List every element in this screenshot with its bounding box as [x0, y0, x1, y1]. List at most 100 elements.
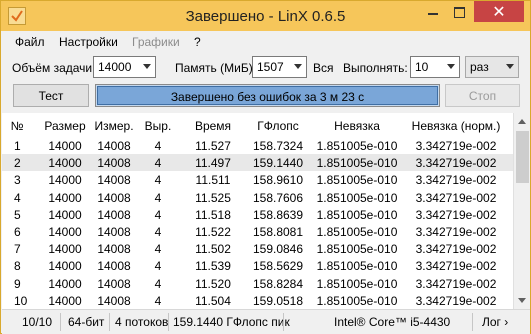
all-memory-label[interactable]: Вся [313, 61, 334, 75]
close-button[interactable]: ✕ [474, 1, 524, 22]
cell-residual-norm: 3.342719e-002 [415, 259, 497, 274]
chevron-down-icon [294, 64, 302, 69]
status-divider [283, 313, 284, 331]
cell-residual: 1.851005e-010 [316, 259, 398, 274]
cell-measured: 14008 [97, 293, 131, 308]
col-header-size[interactable]: Размер [40, 119, 90, 133]
table-row[interactable]: 10 14000 14008 4 11.504 159.0518 1.851005e-010… [2, 292, 513, 309]
chevron-down-icon [143, 64, 151, 69]
cell-gflops: 158.7324 [252, 139, 304, 153]
col-header-alignment[interactable]: Выр. [140, 119, 176, 133]
menu-settings[interactable]: Настройки [59, 35, 118, 49]
cell-gflops: 158.7606 [252, 190, 304, 205]
problem-size-value: 14000 [98, 60, 132, 74]
status-divider [168, 313, 169, 331]
memory-label: Память (МиБ): [175, 61, 257, 75]
maximize-button[interactable] [446, 1, 472, 22]
cell-number: 6 [14, 224, 21, 239]
cell-time: 11.497 [195, 156, 231, 171]
col-header-number[interactable]: № [6, 119, 28, 133]
status-peak-gflops: 159.1440 ГФлопс пик [173, 315, 290, 329]
cell-time: 11.518 [195, 207, 231, 222]
cell-size: 14000 [48, 276, 82, 291]
memory-combo[interactable]: 1507 [252, 56, 307, 78]
cell-residual-norm: 3.342719e-002 [415, 293, 497, 308]
cell-residual: 1.851005e-010 [316, 207, 398, 222]
cell-measured: 14008 [97, 224, 131, 239]
scroll-thumb[interactable] [516, 131, 529, 183]
cell-time: 11.511 [195, 173, 231, 188]
status-threads: 4 потоков [115, 315, 169, 329]
cell-size: 14000 [48, 173, 82, 188]
cell-residual: 1.851005e-010 [316, 224, 398, 239]
cell-size: 14000 [48, 293, 82, 308]
cell-gflops: 158.9610 [252, 173, 304, 188]
cell-residual-norm: 3.342719e-002 [415, 190, 497, 205]
stop-button[interactable]: Стоп [445, 84, 520, 107]
chevron-down-icon [447, 64, 455, 69]
progress-bar: Завершено без ошибок за 3 м 23 с [95, 84, 440, 107]
cell-alignment: 4 [154, 276, 162, 291]
cell-measured: 14008 [97, 207, 131, 222]
linx-window: Завершено - LinX 0.6.5 ✕ Файл Настройки … [0, 0, 531, 334]
cell-number: 10 [14, 293, 28, 308]
minimize-button[interactable] [420, 1, 446, 22]
log-toggle-button[interactable]: Лог › [482, 315, 508, 329]
cell-alignment: 4 [154, 207, 162, 222]
table-scrollbar[interactable] [513, 113, 530, 309]
cell-measured: 14008 [97, 173, 131, 188]
menu-bar: Файл Настройки Графики ? [2, 31, 530, 53]
cell-number: 4 [14, 190, 21, 205]
cell-size: 14000 [48, 156, 82, 171]
cell-time: 11.527 [195, 139, 231, 153]
cell-residual: 1.851005e-010 [316, 242, 398, 257]
cell-size: 14000 [48, 259, 82, 274]
cell-time: 11.539 [195, 259, 231, 274]
cell-residual-norm: 3.342719e-002 [415, 224, 497, 239]
table-row[interactable]: 1 14000 14008 4 11.527 158.7324 1.851005e-010 3… [2, 137, 513, 154]
title-bar[interactable]: Завершено - LinX 0.6.5 ✕ [1, 1, 530, 31]
col-header-time[interactable]: Время [182, 119, 244, 133]
table-row[interactable]: 2 14000 14008 4 11.497 159.1440 1.851005e-010 3… [2, 154, 513, 172]
results-table[interactable]: № Размер Измер. Выр. Время ГФлопс Невязк… [2, 113, 513, 309]
cell-alignment: 4 [154, 259, 162, 274]
cell-gflops: 158.8081 [252, 224, 304, 239]
cell-measured: 14008 [97, 259, 131, 274]
table-row[interactable]: 5 14000 14008 4 11.518 158.8639 1.851005e-010 3… [2, 206, 513, 223]
cell-number: 2 [14, 156, 21, 171]
table-row[interactable]: 3 14000 14008 4 11.511 158.9610 1.851005e-010 3… [2, 171, 513, 188]
test-button[interactable]: Тест [13, 84, 89, 107]
scroll-down-arrow-icon[interactable] [514, 292, 531, 309]
cell-alignment: 4 [154, 156, 162, 171]
col-header-residual[interactable]: Невязка [314, 119, 400, 133]
table-row[interactable]: 4 14000 14008 4 11.525 158.7606 1.851005e-010 3… [2, 189, 513, 206]
table-body: 1 14000 14008 4 11.527 158.7324 1.851005e-010 3… [2, 137, 513, 309]
table-row[interactable]: 9 14000 14008 4 11.520 158.8284 1.851005e-010 3… [2, 275, 513, 292]
table-row[interactable]: 8 14000 14008 4 11.539 158.5629 1.851005e-010 3… [2, 257, 513, 274]
col-header-measured[interactable]: Измер. [90, 119, 138, 133]
cell-number: 9 [14, 276, 21, 291]
cell-alignment: 4 [154, 242, 162, 257]
menu-charts[interactable]: Графики [132, 35, 180, 49]
cell-number: 8 [14, 259, 21, 274]
cell-time: 11.504 [195, 293, 231, 308]
cell-gflops: 158.5629 [252, 259, 304, 274]
menu-file[interactable]: Файл [15, 35, 45, 49]
cell-alignment: 4 [154, 173, 162, 188]
col-header-gflops[interactable]: ГФлопс [246, 119, 310, 133]
status-divider [109, 313, 110, 331]
memory-value: 1507 [257, 60, 284, 74]
cell-residual-norm: 3.342719e-002 [415, 276, 497, 291]
col-header-residual-norm[interactable]: Невязка (норм.) [404, 119, 508, 133]
cell-number: 7 [14, 242, 21, 257]
table-row[interactable]: 7 14000 14008 4 11.502 159.0846 1.851005e-010 3… [2, 240, 513, 257]
scroll-up-arrow-icon[interactable] [514, 113, 531, 130]
problem-size-combo[interactable]: 14000 [93, 56, 156, 78]
status-divider [60, 313, 61, 331]
runs-label: Выполнять: [343, 61, 408, 75]
runs-combo[interactable]: 10 [410, 56, 460, 78]
table-row[interactable]: 6 14000 14008 4 11.522 158.8081 1.851005e-010 3… [2, 223, 513, 240]
menu-help[interactable]: ? [194, 35, 201, 49]
cell-residual-norm: 3.342719e-002 [415, 139, 497, 153]
runs-unit-combo[interactable]: раз [465, 56, 519, 78]
